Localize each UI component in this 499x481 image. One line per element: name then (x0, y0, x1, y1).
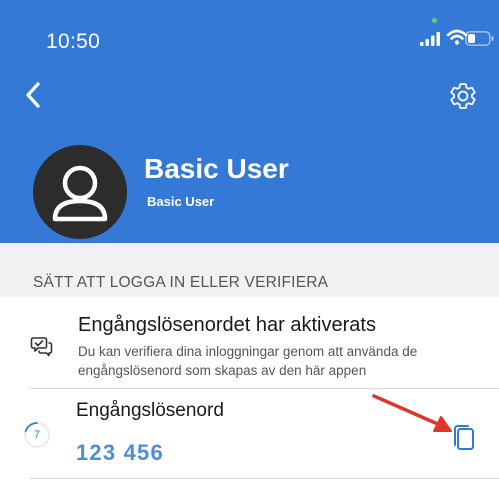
verify-chat-icon (30, 337, 53, 357)
list-divider (30, 478, 499, 479)
app-header: 10:50 Basic User Basic User (0, 0, 499, 243)
otp-label: Engångslösenord (76, 400, 224, 421)
camera-indicator-dot (432, 18, 437, 23)
battery-icon (465, 31, 494, 46)
section-title: SÄTT ATT LOGGA IN ELLER VERIFIERA (33, 274, 329, 291)
status-time: 10:50 (46, 30, 101, 53)
profile-subname: Basic User (147, 194, 215, 209)
copy-icon[interactable] (452, 424, 476, 452)
profile-name: Basic User (144, 153, 289, 184)
gear-icon[interactable] (448, 81, 478, 111)
cellular-signal-icon (420, 32, 440, 46)
otp-code: 123 456 (76, 440, 164, 465)
otp-activated-title: Engångslösenordet har aktiverats (78, 314, 376, 336)
otp-activated-description: Du kan verifiera dina inloggningar genom… (78, 344, 418, 378)
user-avatar-icon (33, 145, 127, 239)
otp-timer-seconds: 7 (33, 429, 41, 441)
list-divider (30, 388, 499, 389)
red-arrow-icon (372, 394, 452, 432)
chevron-left-icon[interactable] (22, 80, 44, 110)
